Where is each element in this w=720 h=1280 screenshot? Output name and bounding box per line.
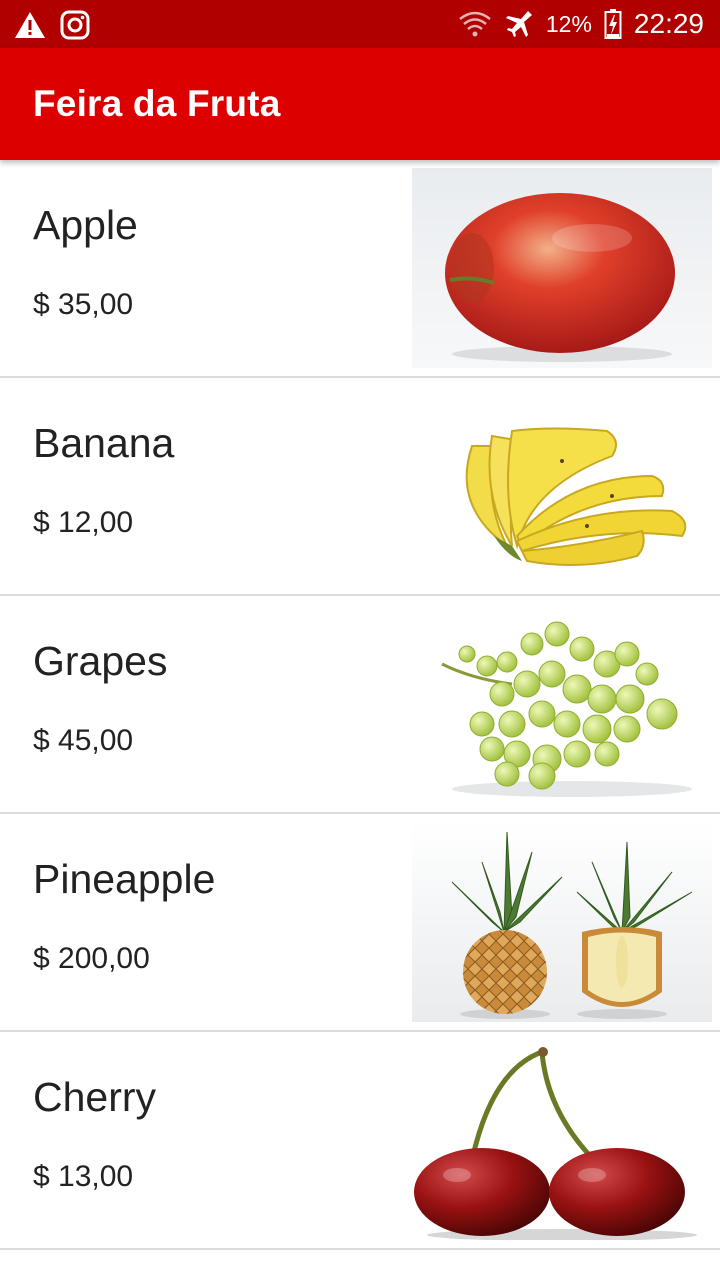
fruit-row-apple[interactable]: Apple $ 35,00 xyxy=(0,160,720,378)
fruit-name: Cherry xyxy=(33,1074,157,1120)
clock: 22:29 xyxy=(633,8,704,39)
pineapple-image xyxy=(412,822,712,1022)
fruit-price: $ 45,00 xyxy=(33,724,134,757)
status-bar: 12% 22:29 xyxy=(0,0,720,48)
apple-image xyxy=(412,168,712,368)
fruit-price: $ 12,00 xyxy=(33,506,134,539)
battery-charging-icon xyxy=(604,8,622,40)
battery-percent: 12% xyxy=(545,10,592,37)
grapes-image xyxy=(412,604,712,804)
app-bar: Feira da Fruta xyxy=(0,48,720,160)
fruit-name: Apple xyxy=(33,202,138,248)
fruit-price: $ 35,00 xyxy=(33,288,134,321)
airplane-icon xyxy=(504,9,534,39)
fruit-name: Banana xyxy=(33,420,175,466)
fruit-row-pineapple[interactable]: Pineapple $ 200,00 xyxy=(0,814,720,1032)
fruit-price: $ 200,00 xyxy=(33,942,150,975)
fruit-row-grapes[interactable]: Grapes $ 45,00 xyxy=(0,596,720,814)
fruit-price: $ 13,00 xyxy=(33,1160,134,1193)
fruit-name: Pineapple xyxy=(33,856,216,902)
fruit-row-cherry[interactable]: Cherry $ 13,00 xyxy=(0,1032,720,1250)
fruit-name: Grapes xyxy=(33,638,168,684)
wifi-icon xyxy=(458,9,492,39)
banana-image xyxy=(412,386,712,586)
fruit-row-banana[interactable]: Banana $ 12,00 xyxy=(0,378,720,596)
app-title: Feira da Fruta xyxy=(33,83,281,124)
instagram-icon xyxy=(60,10,90,40)
warning-icon xyxy=(14,10,46,40)
cherry-image xyxy=(412,1040,712,1240)
fruit-list: Apple $ 35,00 Banana $ 12,00 Grapes $ 45… xyxy=(0,160,720,1250)
